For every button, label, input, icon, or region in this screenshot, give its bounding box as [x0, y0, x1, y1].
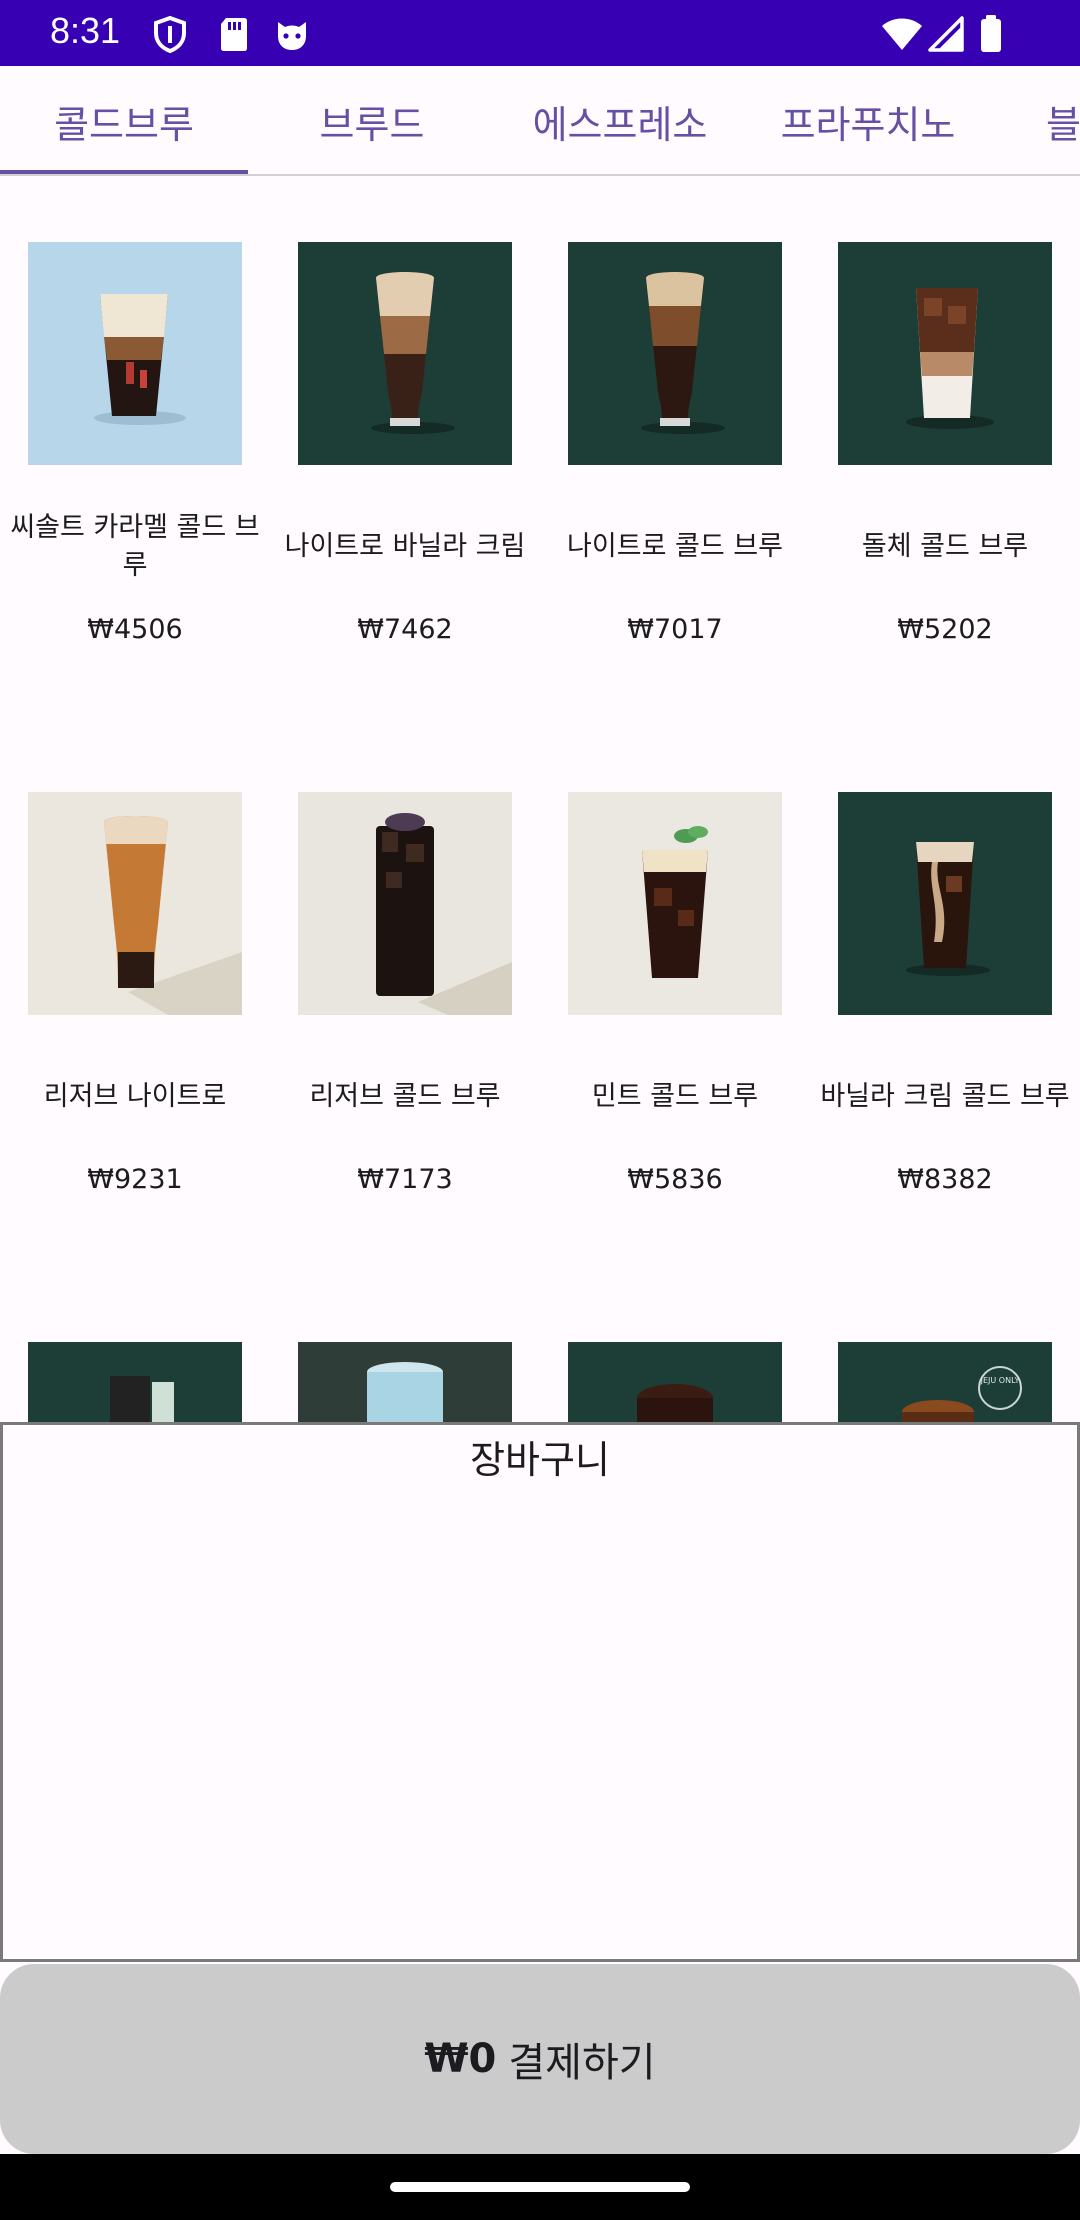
product-name: 씨솔트 카라멜 콜드 브루	[10, 512, 260, 581]
product-image: JEJU ONLY	[838, 1342, 1052, 1422]
tab-brewed[interactable]: 브루드	[248, 66, 496, 174]
product-name: 리저브 나이트로	[43, 1081, 227, 1112]
tab-espresso[interactable]: 에스프레소	[496, 66, 744, 174]
product-name: 돌체 콜드 브루	[861, 531, 1029, 562]
product-price: ₩8382	[897, 1164, 993, 1195]
navigation-bar	[0, 2154, 1080, 2220]
tab-label: 블	[1046, 102, 1080, 147]
product-image	[838, 792, 1052, 1015]
battery-icon	[978, 14, 1004, 54]
cart-title: 장바구니	[470, 1438, 610, 1482]
checkout-amount: ₩0	[424, 2036, 497, 2082]
product-price: ₩7173	[357, 1164, 453, 1195]
product-price: ₩7017	[627, 614, 723, 645]
home-gesture-handle[interactable]	[390, 2182, 690, 2192]
product-grid[interactable]: 씨솔트 카라멜 콜드 브루 ₩4506 나이트로 바닐라 크림 ₩7462 나이…	[0, 178, 1080, 1422]
product-image	[28, 242, 242, 465]
product-image	[298, 792, 512, 1015]
tab-indicator	[0, 170, 248, 174]
tab-label: 프라푸치노	[780, 102, 956, 147]
checkout-button[interactable]: ₩0 결제하기	[0, 1964, 1080, 2154]
tab-blended[interactable]: 블	[992, 66, 1080, 174]
product-price: ₩5202	[897, 614, 993, 645]
product-image	[568, 1342, 782, 1422]
status-time: 8:31	[50, 10, 121, 51]
product-image	[568, 242, 782, 465]
product-name: 민트 콜드 브루	[591, 1081, 759, 1112]
status-bar: 8:31	[0, 0, 1080, 66]
product-image	[298, 1342, 512, 1422]
product-image	[298, 242, 512, 465]
tab-label: 브루드	[319, 102, 425, 147]
cell-signal-icon	[926, 14, 966, 54]
tab-label: 콜드브루	[54, 102, 194, 147]
product-name: 나이트로 콜드 브루	[567, 531, 783, 562]
product-image	[568, 792, 782, 1015]
tab-frappuccino[interactable]: 프라푸치노	[744, 66, 992, 174]
product-price: ₩4506	[87, 614, 183, 645]
jeju-only-badge: JEJU ONLY	[980, 1376, 1020, 1385]
category-tabs: 콜드브루 브루드 에스프레소 프라푸치노 블	[0, 66, 1080, 176]
cat-face-icon	[272, 14, 312, 54]
product-name: 리저브 콜드 브루	[309, 1081, 501, 1112]
product-price: ₩7462	[357, 614, 453, 645]
product-image	[838, 242, 1052, 465]
product-price: ₩5836	[627, 1164, 723, 1195]
tab-cold-brew[interactable]: 콜드브루	[0, 66, 248, 174]
cart-panel[interactable]: 장바구니	[0, 1422, 1080, 1962]
checkout-label: 결제하기	[508, 2040, 656, 2086]
product-name: 바닐라 크림 콜드 브루	[820, 1081, 1070, 1112]
product-image	[28, 792, 242, 1015]
tab-label: 에스프레소	[532, 102, 708, 147]
wifi-icon	[880, 14, 924, 54]
shield-icon	[150, 14, 190, 54]
product-price: ₩9231	[87, 1164, 183, 1195]
product-image	[28, 1342, 242, 1422]
sd-card-icon	[214, 14, 254, 54]
product-name: 나이트로 바닐라 크림	[284, 531, 526, 562]
